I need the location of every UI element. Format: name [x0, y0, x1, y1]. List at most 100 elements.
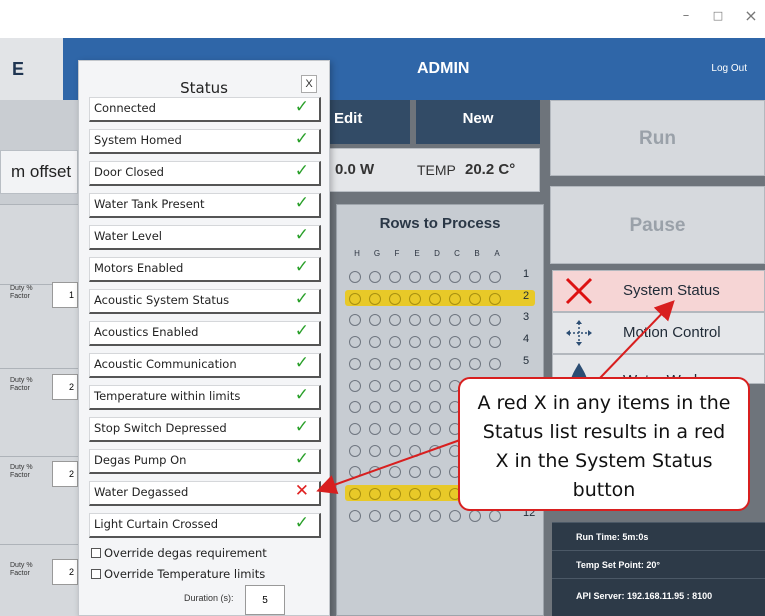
well-circle[interactable] [369, 314, 381, 326]
well-circle[interactable] [429, 271, 441, 283]
well-circle[interactable] [469, 293, 481, 305]
motion-control-button[interactable]: Motion Control [552, 312, 765, 354]
checkbox-icon[interactable] [91, 569, 101, 579]
close-window-button[interactable]: × [737, 6, 765, 26]
process-row[interactable]: 5 [345, 355, 535, 371]
well-circle[interactable] [389, 401, 401, 413]
well-circle[interactable] [409, 293, 421, 305]
logout-link[interactable]: Log Out [711, 38, 747, 100]
well-circle[interactable] [429, 358, 441, 370]
well-circle[interactable] [469, 314, 481, 326]
well-circle[interactable] [369, 271, 381, 283]
well-circle[interactable] [369, 358, 381, 370]
well-circle[interactable] [449, 336, 461, 348]
well-circle[interactable] [429, 445, 441, 457]
well-circle[interactable] [409, 336, 421, 348]
well-circle[interactable] [409, 358, 421, 370]
process-row[interactable]: 3 [345, 311, 535, 327]
duty-input[interactable]: 2 [52, 559, 78, 585]
well-circle[interactable] [409, 423, 421, 435]
override-degas-checkbox[interactable]: Override degas requirement [91, 546, 267, 560]
well-circle[interactable] [349, 423, 361, 435]
tab-active[interactable]: E [0, 38, 63, 100]
well-circle[interactable] [349, 293, 361, 305]
well-circle[interactable] [409, 466, 421, 478]
well-circle[interactable] [489, 314, 501, 326]
well-circle[interactable] [369, 380, 381, 392]
well-circle[interactable] [349, 271, 361, 283]
well-circle[interactable] [429, 380, 441, 392]
tab-admin[interactable]: ADMIN [417, 38, 469, 100]
well-circle[interactable] [489, 293, 501, 305]
well-circle[interactable] [369, 510, 381, 522]
well-circle[interactable] [429, 423, 441, 435]
well-circle[interactable] [389, 271, 401, 283]
duty-input[interactable]: 2 [52, 461, 78, 487]
well-circle[interactable] [469, 358, 481, 370]
process-row[interactable]: 2 [345, 290, 535, 306]
well-circle[interactable] [409, 401, 421, 413]
well-circle[interactable] [389, 380, 401, 392]
well-circle[interactable] [369, 445, 381, 457]
well-circle[interactable] [409, 271, 421, 283]
system-status-button[interactable]: System Status [552, 270, 765, 312]
well-circle[interactable] [349, 510, 361, 522]
duty-input[interactable]: 2 [52, 374, 78, 400]
process-row[interactable]: 1 [345, 268, 535, 284]
process-row[interactable]: 4 [345, 333, 535, 349]
run-button[interactable]: Run [550, 100, 765, 176]
well-circle[interactable] [349, 358, 361, 370]
well-circle[interactable] [349, 336, 361, 348]
well-circle[interactable] [489, 510, 501, 522]
well-circle[interactable] [389, 510, 401, 522]
well-circle[interactable] [469, 271, 481, 283]
well-circle[interactable] [349, 314, 361, 326]
well-circle[interactable] [349, 380, 361, 392]
maximize-button[interactable]: □ [704, 6, 732, 26]
offset-field[interactable]: m offset [0, 150, 78, 194]
well-circle[interactable] [349, 466, 361, 478]
well-circle[interactable] [389, 314, 401, 326]
duty-input[interactable]: 1 [52, 282, 78, 308]
well-circle[interactable] [409, 510, 421, 522]
duration-input[interactable]: 5 [245, 585, 285, 615]
well-circle[interactable] [429, 510, 441, 522]
well-circle[interactable] [429, 293, 441, 305]
well-circle[interactable] [369, 423, 381, 435]
well-circle[interactable] [409, 445, 421, 457]
checkbox-icon[interactable] [91, 548, 101, 558]
well-circle[interactable] [449, 293, 461, 305]
well-circle[interactable] [409, 314, 421, 326]
well-circle[interactable] [489, 271, 501, 283]
minimize-button[interactable]: – [672, 6, 700, 26]
override-temperature-checkbox[interactable]: Override Temperature limits [91, 567, 265, 581]
close-dialog-button[interactable]: X [301, 75, 317, 93]
well-circle[interactable] [429, 336, 441, 348]
edit-button[interactable]: Edit [322, 100, 410, 144]
well-circle[interactable] [409, 380, 421, 392]
well-circle[interactable] [469, 510, 481, 522]
well-circle[interactable] [449, 271, 461, 283]
well-circle[interactable] [349, 401, 361, 413]
well-circle[interactable] [449, 314, 461, 326]
well-circle[interactable] [389, 466, 401, 478]
well-circle[interactable] [389, 293, 401, 305]
well-circle[interactable] [369, 466, 381, 478]
well-circle[interactable] [369, 293, 381, 305]
well-circle[interactable] [489, 336, 501, 348]
well-circle[interactable] [389, 358, 401, 370]
well-circle[interactable] [449, 358, 461, 370]
well-circle[interactable] [389, 423, 401, 435]
well-circle[interactable] [389, 336, 401, 348]
well-circle[interactable] [429, 401, 441, 413]
well-circle[interactable] [489, 358, 501, 370]
pause-button[interactable]: Pause [550, 186, 765, 264]
well-circle[interactable] [389, 488, 401, 500]
well-circle[interactable] [369, 336, 381, 348]
well-circle[interactable] [409, 488, 421, 500]
well-circle[interactable] [429, 488, 441, 500]
well-circle[interactable] [469, 336, 481, 348]
well-circle[interactable] [349, 488, 361, 500]
well-circle[interactable] [449, 510, 461, 522]
well-circle[interactable] [429, 314, 441, 326]
